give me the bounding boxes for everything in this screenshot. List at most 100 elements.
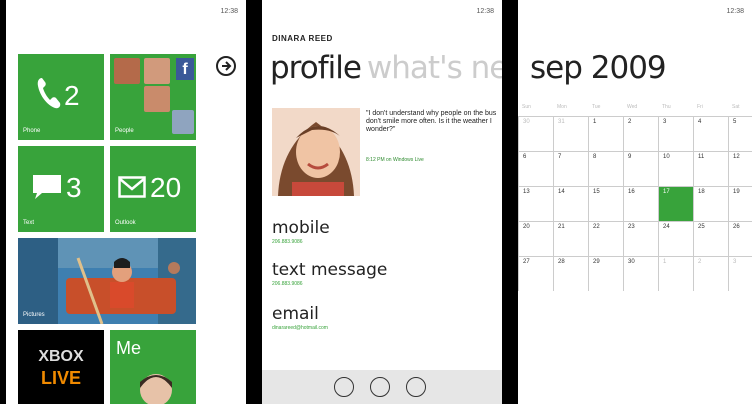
app-bar-button-2[interactable] (370, 377, 390, 397)
contact-name: DINARA REED (272, 34, 333, 43)
me-label: Me (116, 338, 142, 358)
person-photo (172, 110, 194, 134)
calendar-day[interactable]: 26 (728, 221, 752, 256)
calendar-day[interactable]: 9 (623, 151, 658, 186)
me-photo (140, 374, 172, 404)
calendar-day[interactable]: 11 (693, 151, 728, 186)
outlook-label: Outlook (115, 220, 136, 226)
calendar-day[interactable]: 14 (553, 186, 588, 221)
status-clock: 12:38 (726, 8, 744, 15)
calendar-day[interactable]: 7 (553, 151, 588, 186)
calendar-day[interactable]: 3 (728, 256, 752, 291)
person-photo (114, 58, 140, 84)
calendar-day[interactable]: 2 (623, 116, 658, 151)
phone-icon (37, 78, 61, 109)
facebook-icon: f (176, 58, 194, 80)
calendar-day[interactable]: 16 (623, 186, 658, 221)
calendar-day[interactable]: 25 (693, 221, 728, 256)
outlook-tile[interactable]: 20 Outlook (110, 146, 196, 232)
message-bubble-icon (33, 175, 61, 199)
contact-photo (272, 108, 360, 196)
calendar-day[interactable]: 28 (553, 256, 588, 291)
people-label: People (115, 128, 134, 134)
pivot-item-whats-new[interactable]: what's ne (367, 50, 502, 86)
calendar-day[interactable]: 10 (658, 151, 693, 186)
calendar-day[interactable]: 2 (693, 256, 728, 291)
weekday-header: Thu (662, 104, 671, 110)
calendar-day[interactable]: 27 (518, 256, 553, 291)
calendar-day[interactable]: 5 (728, 116, 752, 151)
text-message-number: 206.883.9086 (272, 281, 303, 287)
calendar-day[interactable]: 6 (518, 151, 553, 186)
status-clock: 12:38 (220, 8, 238, 15)
calendar-day[interactable]: 1 (658, 256, 693, 291)
pictures-tile[interactable]: Pictures (18, 238, 196, 324)
live-logo-text: LIVE (40, 368, 81, 388)
calendar-day[interactable]: 30 (518, 116, 553, 151)
calendar-day[interactable]: 23 (623, 221, 658, 256)
calendar-day[interactable]: 31 (553, 116, 588, 151)
calendar-day[interactable]: 8 (588, 151, 623, 186)
all-apps-arrow-button[interactable] (216, 56, 236, 76)
mobile-row[interactable]: mobile 206.883.9086 (272, 218, 330, 245)
text-message-label: text message (272, 260, 388, 280)
text-count: 3 (66, 172, 82, 203)
calendar-day[interactable]: 24 (658, 221, 693, 256)
email-row[interactable]: email dinarareed@hotmail.com (272, 304, 328, 331)
start-screen: 12:38 2 Phone f People 3 Text 20 Outlook (6, 0, 246, 404)
text-label: Text (23, 220, 35, 226)
xbox-live-tile[interactable]: XBOX LIVE (18, 330, 104, 404)
calendar-day[interactable]: 13 (518, 186, 553, 221)
calendar-day[interactable]: 4 (693, 116, 728, 151)
xbox-logo-text: XBOX (38, 348, 84, 365)
calendar-screen: 12:38 sep 2009 Sun Mon Tue Wed Thu Fri Sat 30 31… (518, 0, 752, 404)
status-clock: 12:38 (476, 8, 494, 15)
weekday-header: Fri (697, 104, 703, 110)
phone-count: 2 (64, 80, 80, 111)
calendar-day[interactable]: 17 (658, 186, 693, 221)
mobile-label: mobile (272, 218, 330, 238)
status-message: "I don't understand why people on the bu… (366, 110, 497, 133)
weekday-header: Wed (627, 104, 638, 110)
me-tile[interactable]: Me (110, 330, 196, 404)
calendar-day[interactable]: 12 (728, 151, 752, 186)
calendar-day[interactable]: 29 (588, 256, 623, 291)
calendar-day[interactable]: 18 (693, 186, 728, 221)
phone-label: Phone (23, 128, 41, 134)
person-photo (144, 86, 170, 112)
contact-profile-screen: 12:38 DINARA REED profile what's ne "I do… (262, 0, 502, 404)
phone-tile[interactable]: 2 Phone (18, 54, 104, 140)
weekday-header: Tue (592, 104, 601, 110)
calendar-day[interactable]: 30 (623, 256, 658, 291)
calendar-day[interactable]: 19 (728, 186, 752, 221)
pictures-photo (18, 238, 196, 324)
person-photo (144, 58, 170, 84)
mobile-number: 206.883.9086 (272, 239, 303, 245)
calendar-day[interactable]: 1 (588, 116, 623, 151)
status-timestamp: 8:12 PM on Windows Live (366, 157, 424, 163)
calendar-day[interactable]: 15 (588, 186, 623, 221)
envelope-icon (118, 176, 146, 198)
outlook-count: 20 (150, 172, 182, 203)
contact-portrait (272, 108, 360, 196)
calendar-day[interactable]: 21 (553, 221, 588, 256)
calendar-day[interactable]: 20 (518, 221, 553, 256)
weekday-header: Sun (522, 104, 531, 110)
weekday-header: Sat (732, 104, 740, 110)
pictures-label: Pictures (23, 312, 45, 318)
people-tile[interactable]: f People (110, 54, 196, 140)
text-tile[interactable]: 3 Text (18, 146, 104, 232)
pivot-header: profile what's ne (270, 50, 502, 86)
app-bar-button-3[interactable] (406, 377, 426, 397)
app-bar (262, 370, 502, 404)
pivot-item-profile[interactable]: profile (270, 50, 362, 86)
calendar-day[interactable]: 22 (588, 221, 623, 256)
text-message-row[interactable]: text message 206.883.9086 (272, 260, 387, 287)
calendar-day[interactable]: 3 (658, 116, 693, 151)
weekday-header: Mon (557, 104, 567, 110)
email-address: dinarareed@hotmail.com (272, 325, 328, 331)
month-title: sep 2009 (530, 50, 667, 86)
email-label: email (272, 304, 319, 324)
arrow-right-icon (222, 61, 232, 71)
app-bar-button-1[interactable] (334, 377, 354, 397)
